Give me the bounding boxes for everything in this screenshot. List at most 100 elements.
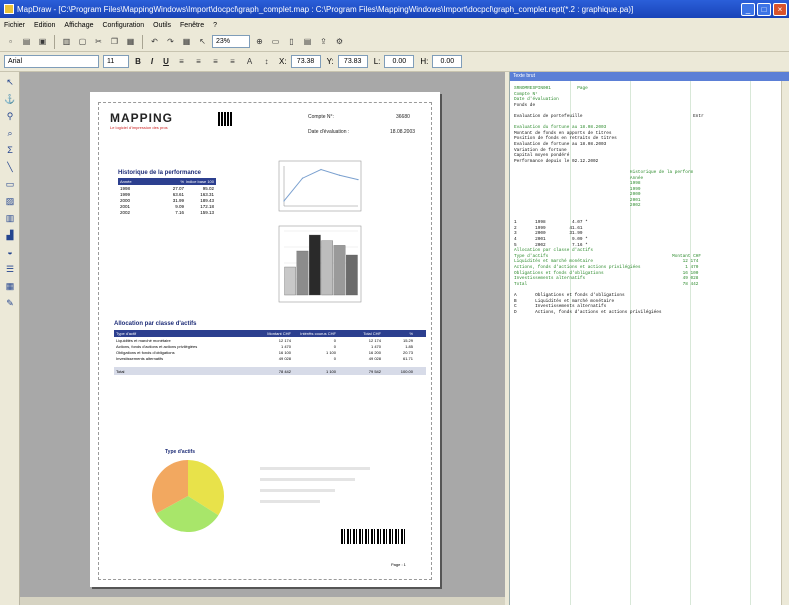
barcode-tool-icon[interactable]: ▥: [3, 211, 17, 225]
undo-icon[interactable]: ↶: [148, 35, 161, 48]
grid-icon[interactable]: ▦: [180, 35, 193, 48]
table-row: Liquidités et marché monétaire 12 174 0 …: [114, 337, 426, 343]
preview-icon[interactable]: ▢: [76, 35, 89, 48]
x-field[interactable]: 73.38: [290, 55, 321, 68]
menu-fichier[interactable]: Fichier: [4, 22, 25, 29]
performance-bar-chart[interactable]: [278, 225, 362, 303]
menu-help[interactable]: ?: [213, 22, 217, 29]
line-tool-icon[interactable]: ╲: [3, 160, 17, 174]
bar: [284, 266, 296, 296]
perf-cell: 1998: [120, 185, 131, 191]
alloc-cell: 1 100: [325, 349, 336, 355]
alloc-cell: 0: [333, 343, 336, 349]
image-tool-icon[interactable]: ▨: [3, 194, 17, 208]
legend-line: [260, 467, 370, 470]
alloc-cell: Investissements alternatifs: [116, 355, 164, 361]
redo-icon[interactable]: ↷: [164, 35, 177, 48]
perf-header-index: Indice base 100: [185, 179, 214, 184]
menu-configuration[interactable]: Configuration: [102, 22, 144, 29]
align-justify-icon[interactable]: ≡: [226, 55, 239, 68]
split-view-icon[interactable]: ▯: [285, 35, 298, 48]
y-field[interactable]: 73.83: [337, 55, 368, 68]
alloc-cell: 1 470: [370, 343, 381, 349]
text-tool-icon[interactable]: ☰: [3, 262, 17, 276]
alloc-title: Allocation par classe d'actifs: [114, 321, 197, 327]
data-point: [320, 168, 322, 171]
pen-tool-icon[interactable]: ✎: [3, 296, 17, 310]
pointer-icon[interactable]: ↖: [196, 35, 209, 48]
italic-button[interactable]: I: [147, 57, 157, 66]
alloc-cell: Liquidités et marché monétaire: [116, 337, 171, 343]
alloc-header-amount: Montant CHF: [267, 331, 291, 336]
menu-edition[interactable]: Edition: [34, 22, 55, 29]
legend-line: [260, 478, 355, 481]
raw-text-panel[interactable]: Texte brut SRNOMRESPIN001 Page Compte N° D…: [509, 72, 789, 605]
asset-pie-chart[interactable]: [148, 456, 228, 536]
performance-line-chart[interactable]: [278, 160, 362, 212]
horizontal-scrollbar[interactable]: [20, 597, 505, 605]
zoom-select[interactable]: 23%: [212, 35, 250, 48]
align-right-icon[interactable]: ≡: [209, 55, 222, 68]
title-bar: MapDraw - [C:\Program Files\MappingWindo…: [0, 0, 789, 18]
open-icon[interactable]: ▤: [20, 35, 33, 48]
copy-icon[interactable]: ❐: [108, 35, 121, 48]
menu-fenetre[interactable]: Fenêtre: [180, 22, 204, 29]
select-tool-icon[interactable]: ↖: [3, 75, 17, 89]
format-toolbar: Arial 11 B I U ≡ ≡ ≡ ≡ A ↕ X: 73.38 Y: 7…: [0, 52, 789, 72]
chart-tool-icon[interactable]: ▟: [3, 228, 17, 242]
h-field[interactable]: 0.00: [432, 55, 463, 68]
font-size-select[interactable]: 11: [103, 55, 129, 68]
text-body[interactable]: SRNOMRESPIN001 Page Compte N° Date d'évalu…: [510, 81, 789, 315]
layout-icon[interactable]: ▤: [301, 35, 314, 48]
alloc-header-interest: Intérêts courus CHF: [300, 331, 336, 336]
alloc-table: Type d'actif Montant CHF Intérêts courus…: [114, 330, 426, 375]
vertical-scrollbar[interactable]: [781, 81, 789, 605]
page-number: Page : 1: [391, 562, 406, 567]
zoom-tool-icon[interactable]: ⚲: [3, 109, 17, 123]
perf-cell: 1999: [120, 191, 131, 197]
text-color-icon[interactable]: A: [243, 55, 256, 68]
y-label: Y:: [326, 57, 334, 66]
rectangle-tool-icon[interactable]: ▭: [3, 177, 17, 191]
bold-button[interactable]: B: [133, 57, 143, 66]
bar: [346, 254, 358, 296]
underline-button[interactable]: U: [161, 57, 171, 66]
print-icon[interactable]: ▥: [60, 35, 73, 48]
perf-cell: 163.31: [200, 191, 214, 197]
paste-icon[interactable]: ▦: [124, 35, 137, 48]
table-tool-icon[interactable]: ▦: [3, 279, 17, 293]
alloc-cell: 61.71: [402, 355, 413, 361]
anchor-tool-icon[interactable]: ⚓: [3, 92, 17, 106]
ellipse-tool-icon[interactable]: ◒: [3, 245, 17, 259]
alloc-cell: 0: [333, 355, 336, 361]
new-icon[interactable]: ▫: [4, 35, 17, 48]
menu-affichage[interactable]: Affichage: [64, 22, 93, 29]
logo-subtitle: Le logiciel d'impression des pros: [110, 125, 168, 130]
close-button[interactable]: ×: [773, 2, 787, 16]
bar: [321, 240, 333, 296]
cut-icon[interactable]: ✂: [92, 35, 105, 48]
font-select[interactable]: Arial: [4, 55, 99, 68]
sum-tool-icon[interactable]: Σ: [3, 143, 17, 157]
qr-code: [218, 112, 232, 126]
search-tool-icon[interactable]: ⌕: [3, 126, 17, 140]
l-field[interactable]: 0.00: [384, 55, 415, 68]
design-workspace[interactable]: MAPPING Le logiciel d'impression des pro…: [20, 72, 505, 605]
line-spacing-icon[interactable]: ↕: [260, 55, 273, 68]
settings-icon[interactable]: ⚙: [333, 35, 346, 48]
document-page[interactable]: MAPPING Le logiciel d'impression des pro…: [90, 92, 440, 587]
minimize-button[interactable]: _: [741, 2, 755, 16]
bar: [309, 234, 321, 296]
perf-cell: 27.07: [172, 185, 184, 191]
page-view-icon[interactable]: ▭: [269, 35, 282, 48]
align-left-icon[interactable]: ≡: [175, 55, 188, 68]
perf-cell: 9.09: [175, 203, 184, 209]
zoom-in-icon[interactable]: ⊕: [253, 35, 266, 48]
maximize-button[interactable]: □: [757, 2, 771, 16]
menu-outils[interactable]: Outils: [153, 22, 171, 29]
save-icon[interactable]: ▣: [36, 35, 49, 48]
align-center-icon[interactable]: ≡: [192, 55, 205, 68]
alloc-cell: 12 174: [368, 337, 381, 343]
export-icon[interactable]: ⇪: [317, 35, 330, 48]
perf-cell: 2000: [120, 197, 131, 203]
